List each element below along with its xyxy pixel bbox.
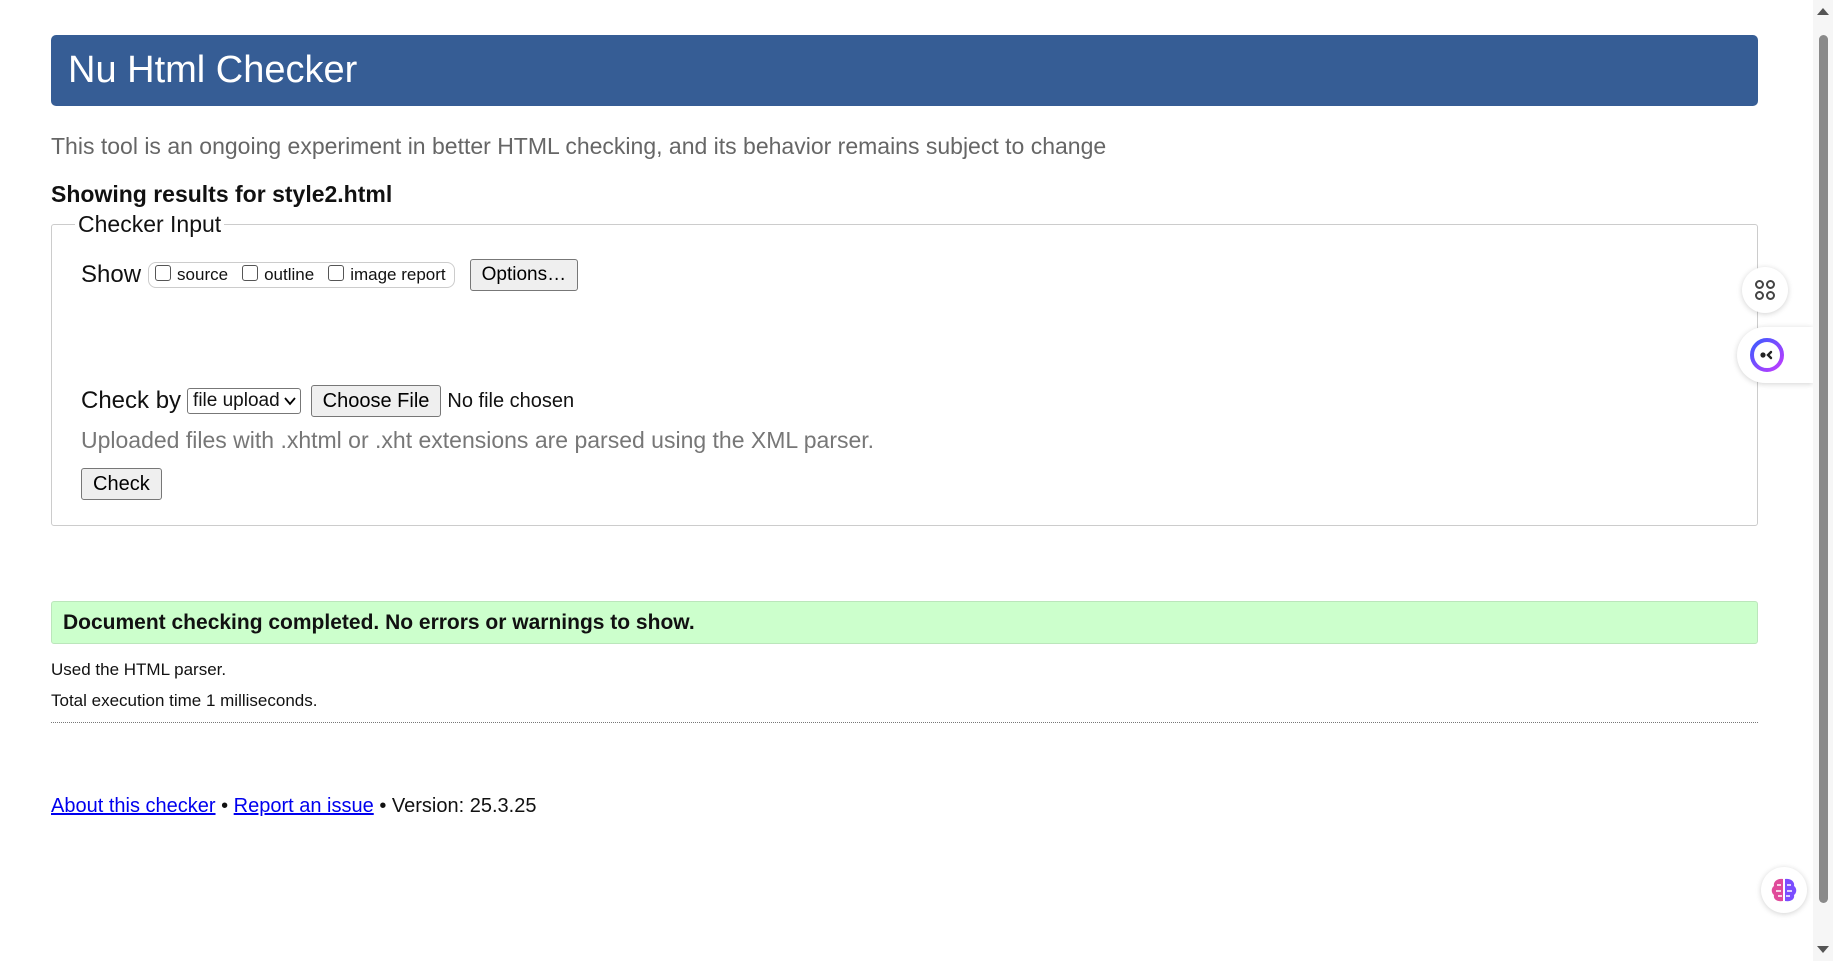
source-checkbox[interactable] [155, 265, 172, 281]
footer-separator: • [379, 795, 387, 817]
scroll-down-arrow-icon[interactable] [1816, 945, 1830, 955]
show-outline-option[interactable]: outline [242, 265, 314, 285]
checker-input-fieldset: Checker Input Show source outline image … [51, 211, 1758, 526]
show-options-group: source outline image report [148, 262, 455, 288]
image-report-label: image report [350, 265, 446, 284]
check-by-label: Check by [81, 387, 182, 414]
source-label: source [177, 265, 229, 284]
choose-file-button[interactable]: Choose File [310, 385, 442, 417]
intro-text: This tool is an ongoing experiment in be… [51, 133, 1107, 159]
scroll-up-arrow-icon[interactable] [1816, 6, 1830, 16]
assistant-face-icon [1750, 338, 1784, 372]
brain-button[interactable] [1761, 867, 1807, 913]
file-status: No file chosen [447, 389, 575, 412]
scrollbar-thumb[interactable] [1819, 35, 1828, 903]
parser-used-text: Used the HTML parser. [51, 660, 227, 679]
image-report-checkbox[interactable] [328, 265, 345, 281]
footer-separator: • [221, 795, 229, 817]
footer: About this checker • Report an issue • V… [51, 795, 1758, 818]
page-title: Nu Html Checker [68, 49, 358, 91]
show-image-report-option[interactable]: image report [328, 265, 446, 285]
divider [51, 722, 1758, 723]
parser-note: Uploaded files with .xhtml or .xht exten… [81, 427, 875, 453]
shortcuts-button[interactable] [1742, 267, 1788, 313]
check-by-selected-value: file upload [193, 390, 280, 411]
version-text: Version: 25.3.25 [391, 795, 537, 817]
assistant-button[interactable] [1737, 327, 1813, 383]
results-heading: Showing results for style2.html [51, 181, 393, 207]
outline-checkbox[interactable] [242, 265, 259, 281]
page-content: Nu Html Checker This tool is an ongoing … [51, 35, 1758, 818]
brain-icon [1771, 878, 1797, 902]
checker-input-legend: Checker Input [75, 211, 225, 238]
outline-label: outline [264, 265, 315, 284]
shortcuts-icon [1755, 280, 1775, 300]
about-checker-link[interactable]: About this checker [51, 795, 216, 817]
execution-time-text: Total execution time 1 milliseconds. [51, 691, 318, 710]
details: Used the HTML parser. Total execution ti… [51, 654, 1758, 716]
report-issue-link[interactable]: Report an issue [234, 795, 374, 817]
check-by-select[interactable]: file upload [187, 388, 301, 414]
options-button[interactable]: Options… [469, 259, 579, 291]
show-options-row: Show source outline image report Options… [81, 259, 579, 291]
check-button[interactable]: Check [81, 468, 162, 500]
chevron-down-icon [283, 397, 296, 406]
title-bar: Nu Html Checker [51, 35, 1758, 106]
success-message: Document checking completed. No errors o… [51, 601, 1758, 644]
show-source-option[interactable]: source [155, 265, 228, 285]
show-label: Show [81, 261, 142, 288]
check-by-row: Check by file upload Choose File No file… [81, 385, 574, 417]
scrollbar[interactable] [1813, 0, 1833, 961]
